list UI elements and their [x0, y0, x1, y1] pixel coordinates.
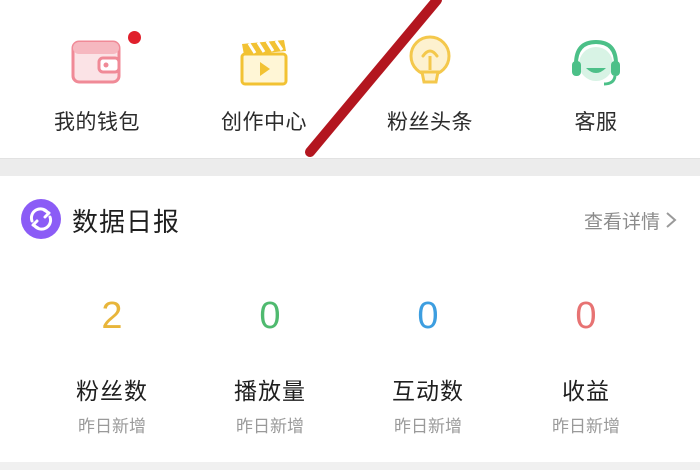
- quick-action-label: 粉丝头条: [387, 110, 473, 134]
- profile-page: 我的钱包 创作中心 粉丝头条 客服 数据日报 查看详情 2 粉丝数 昨日新增 0…: [0, 0, 700, 470]
- stat-label: 收益: [562, 379, 610, 405]
- daily-report-header: 数据日报 查看详情: [0, 194, 700, 244]
- quick-action-label: 我的钱包: [54, 110, 140, 134]
- quick-actions-row: 我的钱包 创作中心 粉丝头条 客服: [0, 0, 700, 158]
- quick-action-customer-service[interactable]: 客服: [531, 28, 661, 148]
- stat-sublabel: 昨日新增: [78, 417, 146, 437]
- wallet-icon: [71, 40, 121, 84]
- stat-income[interactable]: 0 收益 昨日新增: [506, 286, 666, 446]
- stat-value: 0: [575, 295, 597, 337]
- stat-label: 粉丝数: [76, 379, 148, 405]
- notification-badge: [128, 31, 141, 44]
- stat-interactions[interactable]: 0 互动数 昨日新增: [348, 286, 508, 446]
- daily-report-title: 数据日报: [72, 208, 181, 238]
- quick-action-wallet[interactable]: 我的钱包: [32, 28, 162, 148]
- stat-value: 0: [259, 295, 281, 337]
- stat-value: 0: [417, 295, 439, 337]
- stat-label: 播放量: [234, 379, 306, 405]
- view-details-label: 查看详情: [583, 210, 660, 233]
- lightbulb-icon: [409, 35, 451, 84]
- stat-label: 互动数: [392, 379, 464, 405]
- refresh-chart-icon: [21, 199, 61, 239]
- quick-action-label: 客服: [574, 110, 618, 134]
- stat-fans[interactable]: 2 粉丝数 昨日新增: [32, 286, 192, 446]
- stat-sublabel: 昨日新增: [552, 417, 620, 437]
- quick-action-label: 创作中心: [221, 110, 307, 134]
- clapperboard-icon: [240, 39, 288, 86]
- chevron-right-icon: [666, 212, 677, 228]
- headset-icon: [572, 39, 620, 86]
- stat-sublabel: 昨日新增: [394, 417, 462, 437]
- quick-action-fan-headlines[interactable]: 粉丝头条: [365, 28, 495, 148]
- quick-action-creator-center[interactable]: 创作中心: [199, 28, 329, 148]
- stat-value: 2: [101, 295, 123, 337]
- stat-sublabel: 昨日新增: [236, 417, 304, 437]
- daily-report-card: 数据日报 查看详情 2 粉丝数 昨日新增 0 播放量 昨日新增 0 互动数 昨日…: [0, 176, 700, 470]
- view-details-link[interactable]: 查看详情: [584, 206, 678, 234]
- stat-plays[interactable]: 0 播放量 昨日新增: [190, 286, 350, 446]
- section-divider: [0, 158, 700, 177]
- bottom-divider: [0, 462, 700, 470]
